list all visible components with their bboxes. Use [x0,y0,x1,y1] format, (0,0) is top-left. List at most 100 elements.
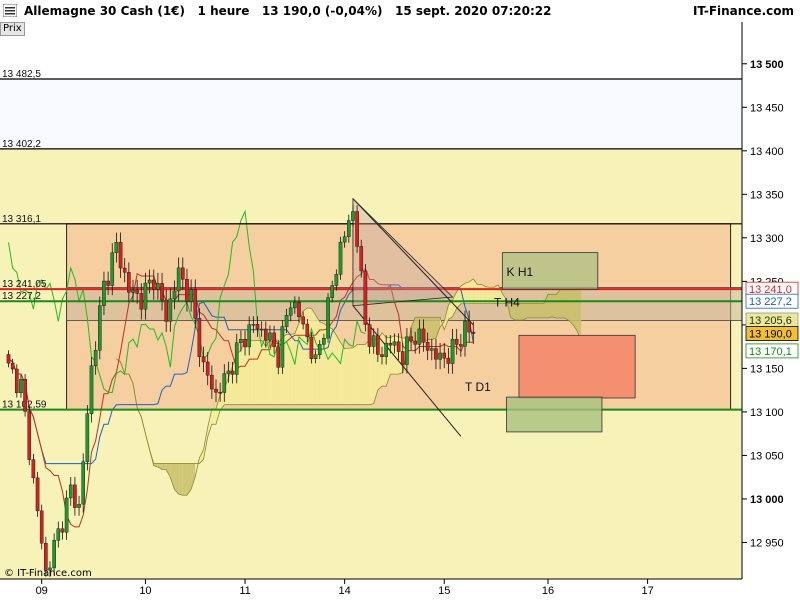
candle-body [89,365,94,414]
cloud-segment [382,332,387,387]
candle-body [371,335,376,347]
candle-body [463,320,467,347]
candle-body [317,344,322,355]
x-tick-label: 09 [36,585,48,597]
candle-body [110,252,115,286]
candle-body [135,289,139,294]
candle-body [147,279,152,284]
candle-body [409,336,413,342]
candle-body [259,328,264,331]
candle-body [239,339,243,343]
candle-body [14,368,19,394]
candle-body [73,484,77,508]
cloud-segment [568,289,573,325]
candle-body [102,280,106,306]
cloud-segment [539,303,544,318]
candle-body [355,211,359,247]
candle-body [160,283,164,301]
candle-body [467,320,471,333]
candle-body [430,348,434,351]
candle-body [334,274,339,286]
cloud-segment [365,339,370,405]
candle-body [106,280,110,286]
price-tag-label: 13 190,0 [749,329,792,341]
candle-body [23,379,27,412]
candle-body [164,299,169,322]
candle-body [434,348,438,360]
cloud-segment [369,339,374,405]
cloud-segment [552,294,557,318]
price-chart[interactable]: 13 482,513 402,213 316,113 241,0513 227,… [0,22,800,600]
cloud-segment [394,335,399,375]
candle-body [384,342,388,357]
price-tag-label: 13 205,6 [749,315,792,327]
cloud-segment [174,463,179,494]
menu-icon[interactable] [3,4,17,17]
candle-body [255,324,260,330]
candle-body [35,477,40,512]
candle-body [264,328,268,341]
upper-band [0,79,742,149]
cloud-segment [315,315,320,405]
candle-body [185,279,189,302]
candle-body [180,267,185,280]
cloud-segment [431,317,436,340]
candle-body [68,484,73,499]
cloud-segment [531,303,536,318]
x-axis-bg [0,580,742,600]
prix-tab[interactable]: Prix [0,22,25,36]
candle-body [301,316,305,325]
x-tick-label: 11 [239,585,250,597]
cloud-segment [249,340,254,405]
candle-body [342,236,347,243]
y-tick-label: 13 050 [750,450,784,462]
level-label: 13 482,5 [2,69,41,80]
x-tick-label: 14 [339,585,351,597]
cloud-segment [290,333,295,405]
candle-body [388,342,393,346]
candle-body [288,307,293,316]
candle-body [359,246,364,272]
candle-body [143,282,148,310]
level-label: 13 241,05 [2,279,47,290]
y-tick-label: 13 150 [750,363,784,375]
candle-body [234,342,239,375]
candle-body [251,324,256,326]
candle-body [127,272,131,293]
candle-body [218,392,222,394]
candle-body [276,346,281,368]
cloud-segment [527,303,532,318]
candle-body [39,510,44,544]
candle-body [10,362,15,370]
candle-body [293,301,297,309]
cloud-segment [178,463,183,496]
cloud-segment [162,463,167,470]
candle-body [81,461,85,505]
candle-body [64,497,69,533]
cloud-segment [211,408,216,425]
candle-body [122,267,127,273]
td1-box [506,396,603,433]
candle-body [19,379,23,394]
cloud-segment [352,344,358,405]
x-tick-label: 17 [641,585,653,597]
candle-body [413,340,418,345]
cloud-segment [299,311,304,405]
y-tick-label: 13 000 [750,494,784,506]
y-tick-label: 13 350 [750,189,784,201]
candle-body [151,279,156,290]
candle-body [247,324,252,348]
candle-body [442,352,447,359]
candle-body [97,305,102,351]
cloud-segment [535,303,540,318]
candle-body [347,220,351,237]
cloud-segment [469,278,474,304]
candle-body [56,528,61,541]
y-tick-label: 13 300 [750,233,784,245]
candle-body [280,326,285,368]
candle-body [243,339,247,348]
y-tick-label: 12 950 [750,537,784,549]
candle-body [139,293,144,310]
candle-body [230,370,235,375]
zone-label: T H4 [494,296,520,310]
